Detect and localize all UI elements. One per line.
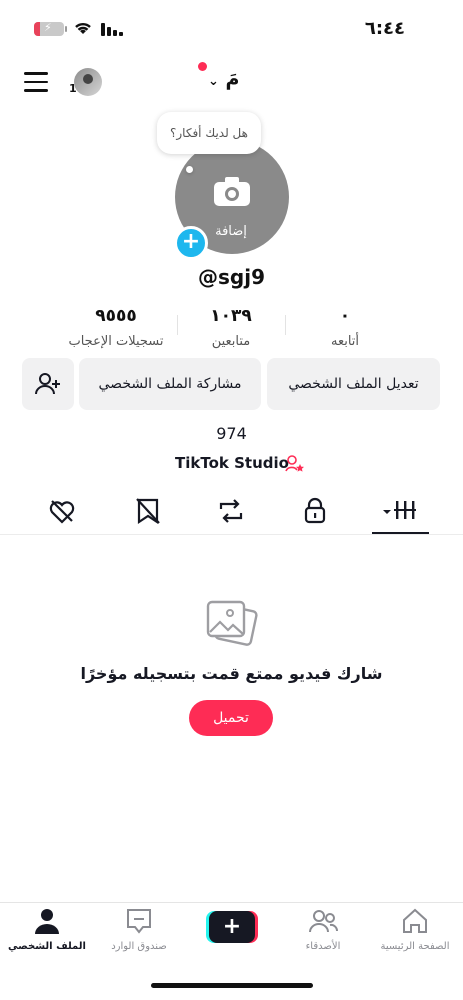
- signal-icon: [101, 23, 123, 36]
- followers-count[interactable]: ١٠٣٩: [186, 306, 276, 326]
- profile-icon: [35, 909, 59, 934]
- tab-videos[interactable]: [381, 496, 419, 530]
- account-name: مَ: [225, 68, 240, 90]
- nav-profile[interactable]: الملف الشخصي: [1, 907, 93, 957]
- tab-private[interactable]: [297, 496, 335, 530]
- followers-label: متابعين: [211, 334, 251, 349]
- liked-icon: [49, 500, 75, 524]
- photo-icon: [206, 600, 258, 646]
- following-label: أتابعه: [330, 334, 360, 349]
- tab-reposts[interactable]: [213, 496, 251, 530]
- account-avatar[interactable]: [74, 68, 102, 96]
- stat-divider: [177, 315, 178, 335]
- profile-handle: @sgj9: [198, 265, 265, 289]
- menu-icon[interactable]: [24, 72, 48, 98]
- battery-icon: ⚡: [34, 21, 67, 36]
- lock-icon: [304, 497, 326, 524]
- camera-icon: [214, 177, 250, 206]
- studio-icon: [285, 455, 304, 472]
- bio-text: 974: [216, 424, 247, 443]
- following-count[interactable]: ٠: [300, 306, 390, 326]
- nav-profile-label: الملف الشخصي: [8, 941, 86, 952]
- ideas-bubble[interactable]: هل لديك أفكار؟: [157, 112, 261, 154]
- account-switcher[interactable]: ⌄ مَ: [208, 68, 239, 90]
- friends-icon: [309, 910, 339, 933]
- tab-saved[interactable]: [130, 496, 168, 530]
- nav-inbox-label: صندوق الوارد: [111, 941, 167, 952]
- add-friend-button[interactable]: [22, 358, 74, 410]
- bottom-nav-divider: [0, 902, 463, 903]
- tab-liked[interactable]: [44, 496, 82, 530]
- create-plus-label: +: [222, 914, 242, 939]
- account-count-badge: 1: [69, 82, 77, 95]
- studio-link[interactable]: TikTok Studio: [175, 454, 289, 472]
- share-profile-button[interactable]: مشاركة الملف الشخصي: [79, 358, 261, 410]
- nav-home[interactable]: الصفحة الرئيسية: [369, 907, 461, 957]
- empty-state-message: شارك فيديو ممتع قمت بتسجيله مؤخرًا: [80, 664, 383, 683]
- add-photo-button[interactable]: +: [174, 226, 208, 260]
- create-button[interactable]: +: [206, 911, 258, 943]
- nav-inbox[interactable]: صندوق الوارد: [93, 907, 185, 957]
- nav-home-label: الصفحة الرئيسية: [380, 941, 450, 952]
- upload-button[interactable]: تحميل: [189, 700, 273, 736]
- inbox-icon: [127, 909, 151, 934]
- home-indicator: [151, 983, 313, 988]
- nav-friends-label: الأصدقاء: [305, 941, 341, 952]
- tabs-divider: [0, 534, 463, 535]
- stat-divider: [285, 315, 286, 335]
- wifi-icon: [75, 22, 91, 34]
- status-time: ٦:٤٤: [364, 18, 405, 39]
- repost-icon: [219, 499, 243, 523]
- grid-icon: [383, 501, 416, 519]
- edit-profile-button[interactable]: تعديل الملف الشخصي: [267, 358, 440, 410]
- saved-icon: [136, 498, 160, 525]
- add-friend-icon: [35, 373, 60, 395]
- likes-label: تسجيلات الإعجاب: [68, 334, 164, 349]
- home-icon: [403, 908, 427, 933]
- notification-dot: [198, 62, 207, 71]
- add-photo-label: إضافة: [215, 224, 247, 239]
- nav-friends[interactable]: الأصدقاء: [277, 907, 369, 957]
- chevron-down-icon: ⌄: [208, 74, 219, 89]
- bubble-tail: [186, 166, 193, 173]
- likes-count[interactable]: ٩٥٥٥: [56, 306, 176, 326]
